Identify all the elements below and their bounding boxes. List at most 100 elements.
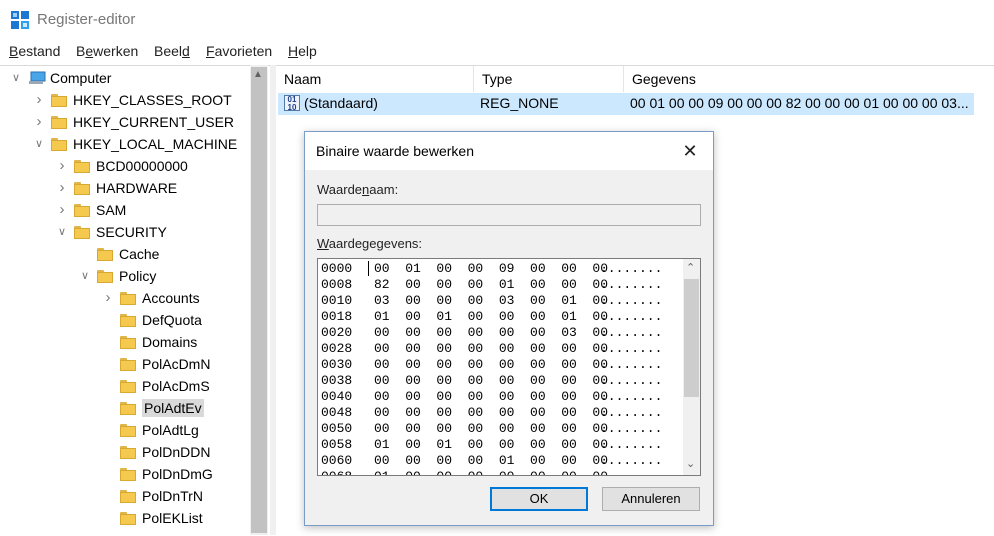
menu-beeld[interactable]: Beeld [154, 43, 190, 59]
menu-bewerken-post: werken [93, 43, 139, 59]
tree-node[interactable]: › BCD00000000 [56, 155, 188, 177]
tree-node[interactable]: PolDnDmG [102, 463, 213, 485]
folder-icon [74, 225, 90, 239]
folder-icon [51, 137, 67, 151]
hex-ascii: ........ [600, 261, 663, 276]
chevron-down-icon[interactable]: ∨ [79, 270, 91, 282]
hex-ascii: ........ [600, 309, 663, 324]
hex-address: 0048 [321, 405, 353, 420]
chevron-right-icon[interactable]: › [33, 92, 45, 107]
hex-ascii: ........ [600, 453, 663, 468]
menu-help[interactable]: Help [288, 43, 317, 59]
tree-node[interactable]: Cache [79, 243, 159, 265]
hex-bytes: 01 00 01 00 00 00 00 00 [374, 437, 609, 452]
tree-node-label: SECURITY [96, 224, 167, 240]
scroll-up-arrow-icon[interactable]: ▲ [253, 69, 263, 80]
tree-node-label: Cache [119, 246, 160, 262]
chevron-right-icon[interactable]: › [102, 290, 114, 305]
value-type: REG_NONE [480, 95, 559, 111]
tree-node-label: PolAdtEv [142, 399, 204, 417]
tree-scrollbar-thumb[interactable] [251, 67, 267, 533]
menu-favorieten-post: avorieten [214, 43, 273, 59]
tree-node[interactable]: › HKEY_CLASSES_ROOT [33, 89, 232, 111]
column-header-naam[interactable]: Naam [276, 66, 474, 92]
column-header-type[interactable]: Type [474, 66, 624, 92]
folder-icon [51, 115, 67, 129]
tree-node-label: PolAcDmS [142, 378, 210, 394]
tree-node[interactable]: › Accounts [102, 287, 200, 309]
hex-bytes: 00 00 00 00 00 00 00 00 [374, 341, 609, 356]
tree-node[interactable]: PolAcDmS [102, 375, 210, 397]
chevron-right-icon[interactable]: › [56, 180, 68, 195]
hex-bytes: 01 00 00 00 00 00 00 00 [374, 469, 608, 475]
tree-node[interactable]: ∨ SECURITY [56, 221, 167, 243]
value-data-label: Waardegegevens: [317, 236, 422, 251]
folder-icon [120, 467, 136, 481]
list-item[interactable]: 01 10 (Standaard) REG_NONE 00 01 00 00 09… [278, 93, 974, 115]
chevron-down-icon[interactable]: ∨ [33, 138, 45, 150]
ok-button[interactable]: OK [490, 487, 588, 511]
menu-favorieten[interactable]: Favorieten [206, 43, 272, 59]
chevron-down-icon[interactable]: ∨ [56, 226, 68, 238]
chevron-right-icon[interactable]: › [56, 202, 68, 217]
tree-node[interactable]: › HKEY_CURRENT_USER [33, 111, 235, 133]
chevron-down-icon[interactable]: ∨ [10, 72, 22, 84]
close-icon[interactable]: ✕ [677, 138, 703, 164]
menu-bar: Bestand Bewerken Beeld Favorieten Help [0, 40, 994, 64]
tree-node[interactable]: PolEKList [102, 507, 203, 529]
hex-scrollbar[interactable]: ⌃ ⌄ [683, 259, 700, 475]
hex-bytes: 00 00 00 00 01 00 00 00 [374, 453, 609, 468]
tree-node-label: PolDnDDN [142, 444, 211, 460]
hex-address: 0058 [321, 437, 353, 452]
scroll-down-arrow-icon[interactable]: ⌄ [686, 457, 695, 470]
tree-node-label: HKEY_CLASSES_ROOT [73, 92, 232, 108]
value-name-field[interactable] [317, 204, 701, 226]
hex-ascii: ........ [600, 437, 663, 452]
tree-node-label: PolAdtLg [142, 422, 199, 438]
tree-node-label: PolDnDmG [142, 466, 213, 482]
menu-bestand[interactable]: Bestand [9, 43, 60, 59]
tree-node[interactable]: › HARDWARE [56, 177, 178, 199]
tree-node[interactable]: ∨ Computer [10, 67, 112, 89]
tree-node-label: PolEKList [142, 510, 203, 526]
hex-address: 0068 [321, 469, 352, 475]
chevron-right-icon[interactable]: › [33, 114, 45, 129]
folder-icon [120, 313, 136, 327]
column-header-gegevens[interactable]: Gegevens [624, 66, 994, 92]
tree-node-label: Policy [119, 268, 157, 284]
hex-scrollbar-thumb[interactable] [684, 279, 699, 397]
tree-node[interactable]: PolAdtEv [102, 397, 204, 419]
tree-node[interactable]: Domains [102, 331, 197, 353]
tree-node[interactable]: ∨ Policy [79, 265, 156, 287]
hex-address: 0020 [321, 325, 353, 340]
folder-icon [97, 269, 113, 283]
tree-node[interactable]: PolAdtLg [102, 419, 199, 441]
hex-editor[interactable]: 006801 00 00 00 00 00 00 00........00600… [317, 258, 701, 476]
value-data-label-mnemonic: W [317, 236, 329, 251]
tree-node[interactable]: PolDnDDN [102, 441, 210, 463]
tree-scrollbar[interactable]: ▲ [250, 65, 268, 535]
menu-bewerken[interactable]: Bewerken [76, 43, 138, 59]
folder-icon [120, 489, 136, 503]
tree-node[interactable]: › SAM [56, 199, 127, 221]
tree-node[interactable]: DefQuota [102, 309, 202, 331]
menu-bestand-post: estand [18, 43, 61, 59]
folder-icon [120, 423, 136, 437]
hex-bytes: 00 00 00 00 00 00 00 00 [374, 405, 609, 420]
value-name: (Standaard) [304, 95, 378, 111]
tree-node[interactable]: PolDnTrN [102, 485, 203, 507]
tree-node[interactable]: PolAcDmN [102, 353, 210, 375]
scroll-up-arrow-icon[interactable]: ⌃ [686, 261, 695, 274]
computer-icon [29, 71, 46, 84]
menu-help-post: elp [298, 43, 317, 59]
hex-address: 0050 [321, 421, 353, 436]
folder-icon [120, 445, 136, 459]
cancel-button[interactable]: Annuleren [602, 487, 700, 511]
tree-node[interactable]: ∨ HKEY_LOCAL_MACHINE [33, 133, 237, 155]
hex-address: 0010 [321, 293, 353, 308]
chevron-right-icon[interactable]: › [56, 158, 68, 173]
